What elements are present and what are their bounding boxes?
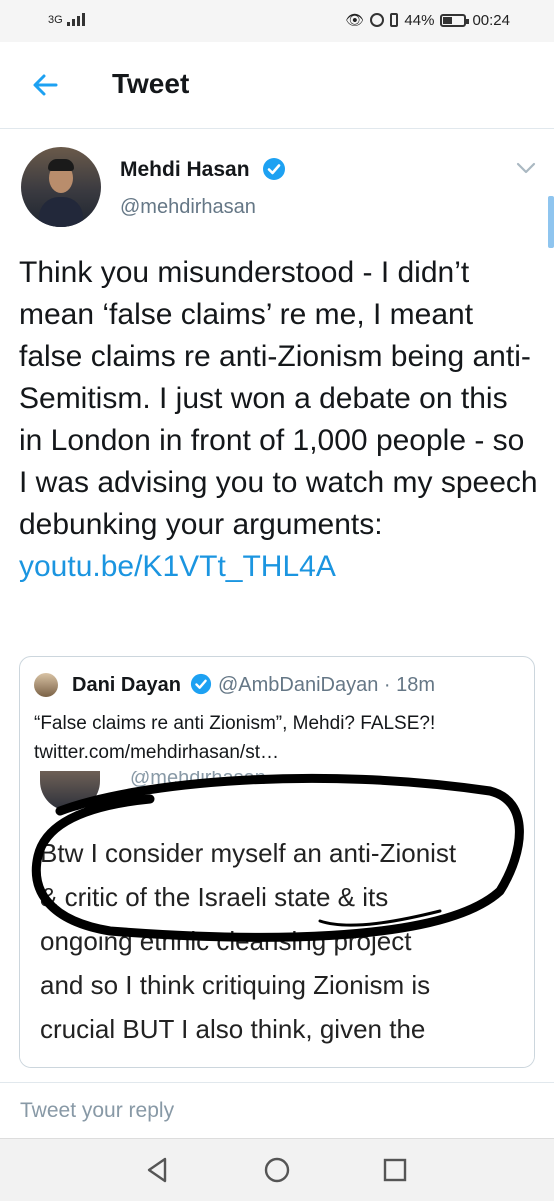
eye-icon: 👁︎ xyxy=(345,12,365,29)
battery-icon xyxy=(440,13,470,27)
screenshot-line: & critic of the Israeli state & its xyxy=(40,882,389,912)
quoted-text-line: “False claims re anti Zionism”, Mehdi? F… xyxy=(34,713,436,734)
tweet-link[interactable]: youtu.be/K1VTt_THL4A xyxy=(19,546,539,588)
page-title: Tweet xyxy=(112,68,190,99)
verified-badge-icon xyxy=(190,673,212,695)
screenshot-line: and so I think critiquing Zionism is xyxy=(40,970,431,1000)
recents-square-icon[interactable] xyxy=(378,1153,412,1187)
signal-indicator: 3G xyxy=(48,12,85,26)
screenshot-text: Btw I consider myself an anti-Zionist & … xyxy=(40,831,520,1051)
tweet-text: Think you misunderstood - I didn’t mean … xyxy=(19,256,538,541)
top-app-bar: Tweet xyxy=(0,42,554,129)
quoted-link[interactable]: twitter.com/mehdirhasan/st… xyxy=(34,738,524,767)
quoted-author-handle: @AmbDaniDayan · 18m xyxy=(218,674,436,696)
chevron-down-icon[interactable] xyxy=(515,160,537,176)
screenshot-line: ongoing ethnic cleansing project xyxy=(40,926,412,956)
reply-bar xyxy=(0,1082,554,1139)
signal-bars-icon xyxy=(66,12,85,26)
quoted-author-name: Dani Dayan xyxy=(72,674,181,696)
alarm-icon xyxy=(370,13,385,27)
author-handle[interactable]: @mehdirhasan xyxy=(120,196,256,219)
reply-input[interactable] xyxy=(18,1091,522,1131)
system-navigation-bar xyxy=(0,1138,554,1201)
verified-badge-icon xyxy=(263,158,285,180)
scroll-indicator xyxy=(548,196,554,248)
author-name[interactable]: Mehdi Hasan xyxy=(120,158,250,182)
status-icons: 👁︎ 44% 00:24 xyxy=(345,11,510,30)
vibrate-icon xyxy=(390,13,399,27)
battery-percent: 44% xyxy=(404,11,435,29)
clock: 00:24 xyxy=(472,11,510,29)
quoted-tweet-text: “False claims re anti Zionism”, Mehdi? F… xyxy=(34,709,524,767)
screenshot-handle: @mehdirhasan xyxy=(130,771,266,789)
quoted-tweet[interactable]: Dani Dayan @AmbDaniDayan · 18m “False cl… xyxy=(19,656,535,1068)
author-avatar[interactable] xyxy=(21,147,101,227)
arrow-left-icon[interactable] xyxy=(30,70,60,100)
status-bar: 3G 👁︎ 44% 00:24 xyxy=(0,0,554,42)
quoted-screenshot-image[interactable]: @mehdirhasan Btw I consider myself an an… xyxy=(20,771,534,1067)
home-circle-icon[interactable] xyxy=(260,1153,294,1187)
screenshot-line: Btw I consider myself an anti-Zionist xyxy=(40,838,457,868)
tweet-body: Think you misunderstood - I didn’t mean … xyxy=(19,252,539,588)
screenshot-line: crucial BUT I also think, given the xyxy=(40,1014,426,1044)
back-triangle-icon[interactable] xyxy=(141,1153,175,1187)
screenshot-avatar xyxy=(40,771,100,811)
network-type: 3G xyxy=(48,14,63,26)
quoted-author-avatar xyxy=(34,673,58,697)
